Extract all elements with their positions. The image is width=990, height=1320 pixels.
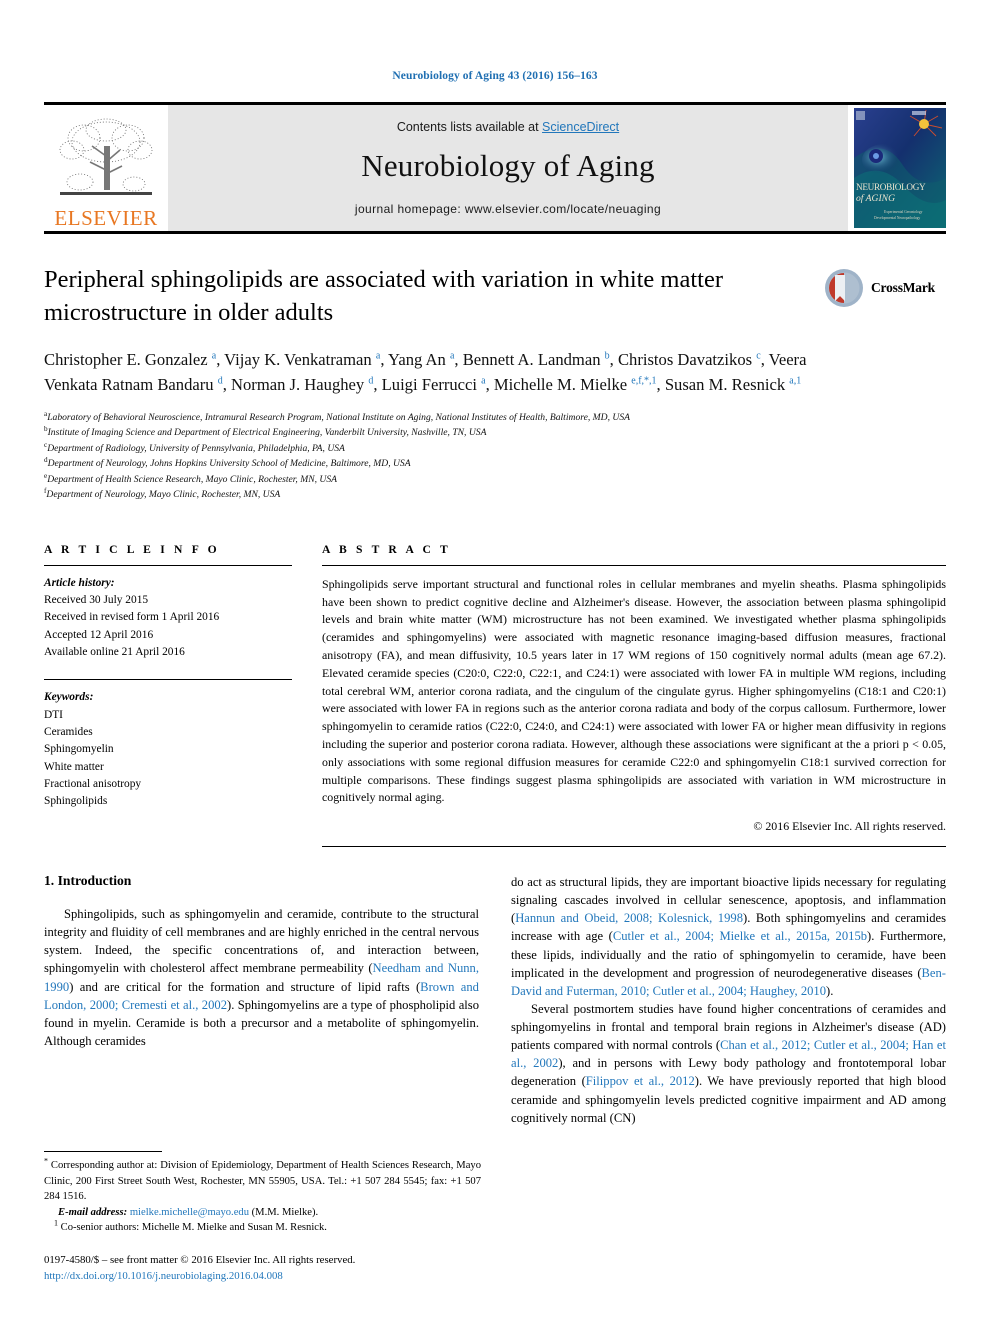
introduction-heading: 1. Introduction [44, 873, 132, 889]
corresponding-author-note: * Corresponding author at: Division of E… [44, 1156, 481, 1203]
body-column-left: 1. Introduction Sphingolipids, such as s… [44, 873, 479, 1127]
abstract-rule [322, 564, 946, 566]
title-block: Peripheral sphingolipids are associated … [44, 264, 946, 329]
footnote-block: * Corresponding author at: Division of E… [44, 1151, 481, 1284]
article-info-rule [44, 564, 292, 566]
history-item: Received in revised form 1 April 2016 [44, 611, 220, 624]
article-info-heading: A R T I C L E I N F O [44, 542, 220, 556]
affiliation-b: bInstitute of Imaging Science and Depart… [44, 425, 946, 441]
crossmark-badge[interactable]: CrossMark [824, 268, 946, 308]
article-info-column: A R T I C L E I N F O Article history: R… [44, 543, 322, 847]
doi-link[interactable]: http://dx.doi.org/10.1016/j.neurobiolagi… [44, 1268, 481, 1284]
running-head: Neurobiology of Aging 43 (2016) 156–163 [392, 70, 598, 82]
keywords-rule [44, 679, 292, 681]
history-item: Available online 21 April 2016 [44, 646, 185, 659]
keyword-item: Sphingomyelin [44, 743, 114, 756]
affiliation-c: cDepartment of Radiology, University of … [44, 441, 946, 457]
article-history: Article history: Received 30 July 2015 R… [44, 575, 292, 662]
email-note[interactable]: E-mail address: mielke.michelle@mayo.edu… [44, 1205, 481, 1220]
keyword-item: DTI [44, 708, 63, 721]
co-senior-authors-note: 1 Co-senior authors: Michelle M. Mielke … [54, 1218, 327, 1234]
abstract-bottom-rule [322, 846, 946, 848]
svg-text:Developmental Neuropathology: Developmental Neuropathology [874, 216, 920, 220]
affiliation-text-b: Institute of Imaging Science and Departm… [47, 427, 487, 439]
masthead-center: Contents lists available at ScienceDirec… [168, 105, 848, 231]
journal-cover-thumbnail[interactable]: NEUROBIOLOGY of AGING Experimental Geron… [848, 105, 946, 231]
contents-prefix: Contents lists available at [396, 120, 543, 134]
affiliation-text-e: Department of Health Science Research, M… [47, 473, 337, 485]
history-item: Received 30 July 2015 [44, 594, 149, 607]
author-list: Christopher E. Gonzalez a, Vijay K. Venk… [44, 350, 807, 395]
affiliation-e: eDepartment of Health Science Research, … [44, 472, 946, 488]
affiliation-text-f: Department of Neurology, Mayo Clinic, Ro… [46, 489, 281, 501]
affiliation-text-a: Laboratory of Behavioral Neuroscience, I… [47, 411, 630, 423]
abstract-text: Sphingolipids serve important structural… [322, 576, 946, 805]
elsevier-tree-icon [59, 118, 153, 195]
issn-line: 0197-4580/$ – see front matter © 2016 El… [44, 1253, 356, 1266]
abstract-heading: A B S T R A C T [322, 542, 451, 556]
article-page: Neurobiology of Aging 43 (2016) 156–163 [0, 0, 990, 1320]
crossmark-icon [825, 269, 863, 307]
svg-text:NEUROBIOLOGY: NEUROBIOLOGY [856, 182, 926, 192]
affiliation-a: aLaboratory of Behavioral Neuroscience, … [44, 410, 946, 426]
journal-homepage[interactable]: journal homepage: www.elsevier.com/locat… [355, 202, 661, 216]
body-columns: 1. Introduction Sphingolipids, such as s… [44, 873, 946, 1127]
keywords-label: Keywords: [44, 691, 94, 704]
journal-cover-image: NEUROBIOLOGY of AGING Experimental Geron… [854, 108, 946, 228]
contents-available-line: Contents lists available at ScienceDirec… [397, 120, 619, 134]
keyword-item: White matter [44, 760, 104, 773]
history-item: Accepted 12 April 2016 [44, 628, 154, 641]
svg-text:of AGING: of AGING [856, 193, 895, 204]
intro-paragraph-2: Several postmortem studies have found hi… [511, 1001, 946, 1125]
masthead-bottom-rule [44, 231, 946, 234]
journal-masthead: ELSEVIER Contents lists available at Sci… [44, 105, 946, 231]
affiliation-f: fDepartment of Neurology, Mayo Clinic, R… [44, 487, 946, 503]
body-column-right: do act as structural lipids, they are im… [511, 873, 946, 1127]
affiliation-list: aLaboratory of Behavioral Neuroscience, … [44, 410, 946, 503]
abstract-copyright: © 2016 Elsevier Inc. All rights reserved… [753, 819, 946, 834]
elsevier-wordmark: ELSEVIER [54, 206, 158, 230]
intro-paragraph-1: Sphingolipids, such as sphingomyelin and… [44, 907, 479, 1048]
svg-text:Experimental Gerontology: Experimental Gerontology [884, 210, 923, 214]
keyword-item: Fractional anisotropy [44, 778, 142, 791]
keyword-item: Ceramides [44, 726, 93, 739]
intro-paragraph-1-continued: do act as structural lipids, they are im… [511, 875, 947, 998]
affiliation-d: dDepartment of Neurology, Johns Hopkins … [44, 456, 946, 472]
journal-title: Neurobiology of Aging [361, 148, 655, 183]
elsevier-logo[interactable]: ELSEVIER [44, 105, 168, 231]
issn-block: 0197-4580/$ – see front matter © 2016 El… [44, 1252, 481, 1284]
affiliation-text-c: Department of Radiology, University of P… [47, 442, 345, 454]
crossmark-label: CrossMark [871, 280, 935, 295]
affiliation-text-d: Department of Neurology, Johns Hopkins U… [47, 458, 411, 470]
sciencedirect-link[interactable]: ScienceDirect [542, 120, 619, 134]
article-history-label: Article history: [44, 576, 115, 589]
abstract-column: A B S T R A C T Sphingolipids serve impo… [322, 542, 946, 848]
keywords: Keywords: DTI Ceramides Sphingomyelin Wh… [44, 689, 292, 810]
keyword-item: Sphingolipids [44, 795, 108, 808]
footnote-rule [44, 1151, 162, 1153]
page-title: Peripheral sphingolipids are associated … [44, 266, 724, 326]
info-abstract-section: A R T I C L E I N F O Article history: R… [44, 542, 946, 848]
